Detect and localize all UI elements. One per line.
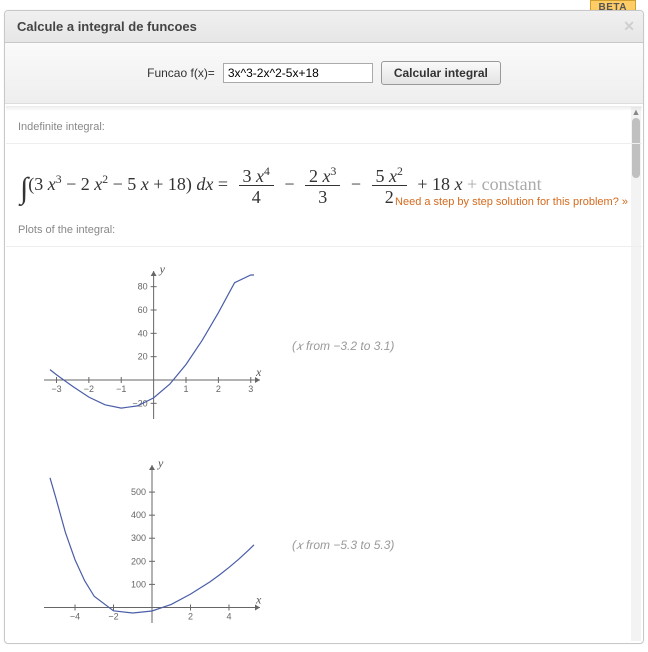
svg-text:40: 40 <box>138 328 148 338</box>
svg-text:80: 80 <box>138 282 148 292</box>
svg-text:20: 20 <box>138 352 148 362</box>
svg-text:−4: −4 <box>70 612 80 622</box>
svg-text:−2: −2 <box>108 612 118 622</box>
plot2-range-label: (𝑥 from −5.3 to 5.3) <box>292 538 394 553</box>
svg-text:4: 4 <box>226 612 231 622</box>
section-header-indefinite: Indefinite integral: <box>6 111 642 144</box>
svg-text:2: 2 <box>188 612 193 622</box>
function-label: Funcao f(x)= <box>147 66 215 80</box>
svg-text:100: 100 <box>131 580 146 590</box>
svg-text:x: x <box>255 365 262 379</box>
svg-text:−1: −1 <box>116 384 126 394</box>
svg-text:3: 3 <box>248 384 253 394</box>
svg-text:400: 400 <box>131 510 146 520</box>
function-input[interactable] <box>223 63 373 83</box>
svg-text:−3: −3 <box>51 384 61 394</box>
step-by-step-link[interactable]: Need a step by step solution for this pr… <box>395 196 628 208</box>
svg-text:1: 1 <box>183 384 188 394</box>
section-header-plots: Plots of the integral: <box>6 214 642 247</box>
svg-text:60: 60 <box>138 305 148 315</box>
titlebar: Calcule a integral de funcoes ✕ <box>5 11 643 43</box>
svg-text:300: 300 <box>131 533 146 543</box>
integral-result: ∫(3 x3 − 2 x2 − 5 x + 18) dx = 3 x44 − 2… <box>6 144 642 214</box>
main-panel: Calcule a integral de funcoes ✕ Funcao f… <box>4 10 644 644</box>
page-title: Calcule a integral de funcoes <box>17 19 197 34</box>
svg-text:x: x <box>255 593 262 607</box>
svg-text:y: y <box>157 456 164 470</box>
close-icon[interactable]: ✕ <box>623 18 635 35</box>
svg-text:y: y <box>159 262 166 276</box>
toolbar: Funcao f(x)= Calcular integral <box>5 43 643 104</box>
content-scroll: Indefinite integral: ∫(3 x3 − 2 x2 − 5 x… <box>6 106 642 642</box>
plot1-range-label: (𝑥 from −3.2 to 3.1) <box>292 339 394 354</box>
calculate-button[interactable]: Calcular integral <box>381 61 501 85</box>
plot-wide-range: −4 −2 2 4 100 200 300 400 500 y x <box>20 455 270 635</box>
svg-text:200: 200 <box>131 556 146 566</box>
plot-small-range: −3−2−1123−2020406080yx <box>20 261 270 431</box>
svg-text:−2: −2 <box>84 384 94 394</box>
svg-text:2: 2 <box>216 384 221 394</box>
svg-text:500: 500 <box>131 487 146 497</box>
